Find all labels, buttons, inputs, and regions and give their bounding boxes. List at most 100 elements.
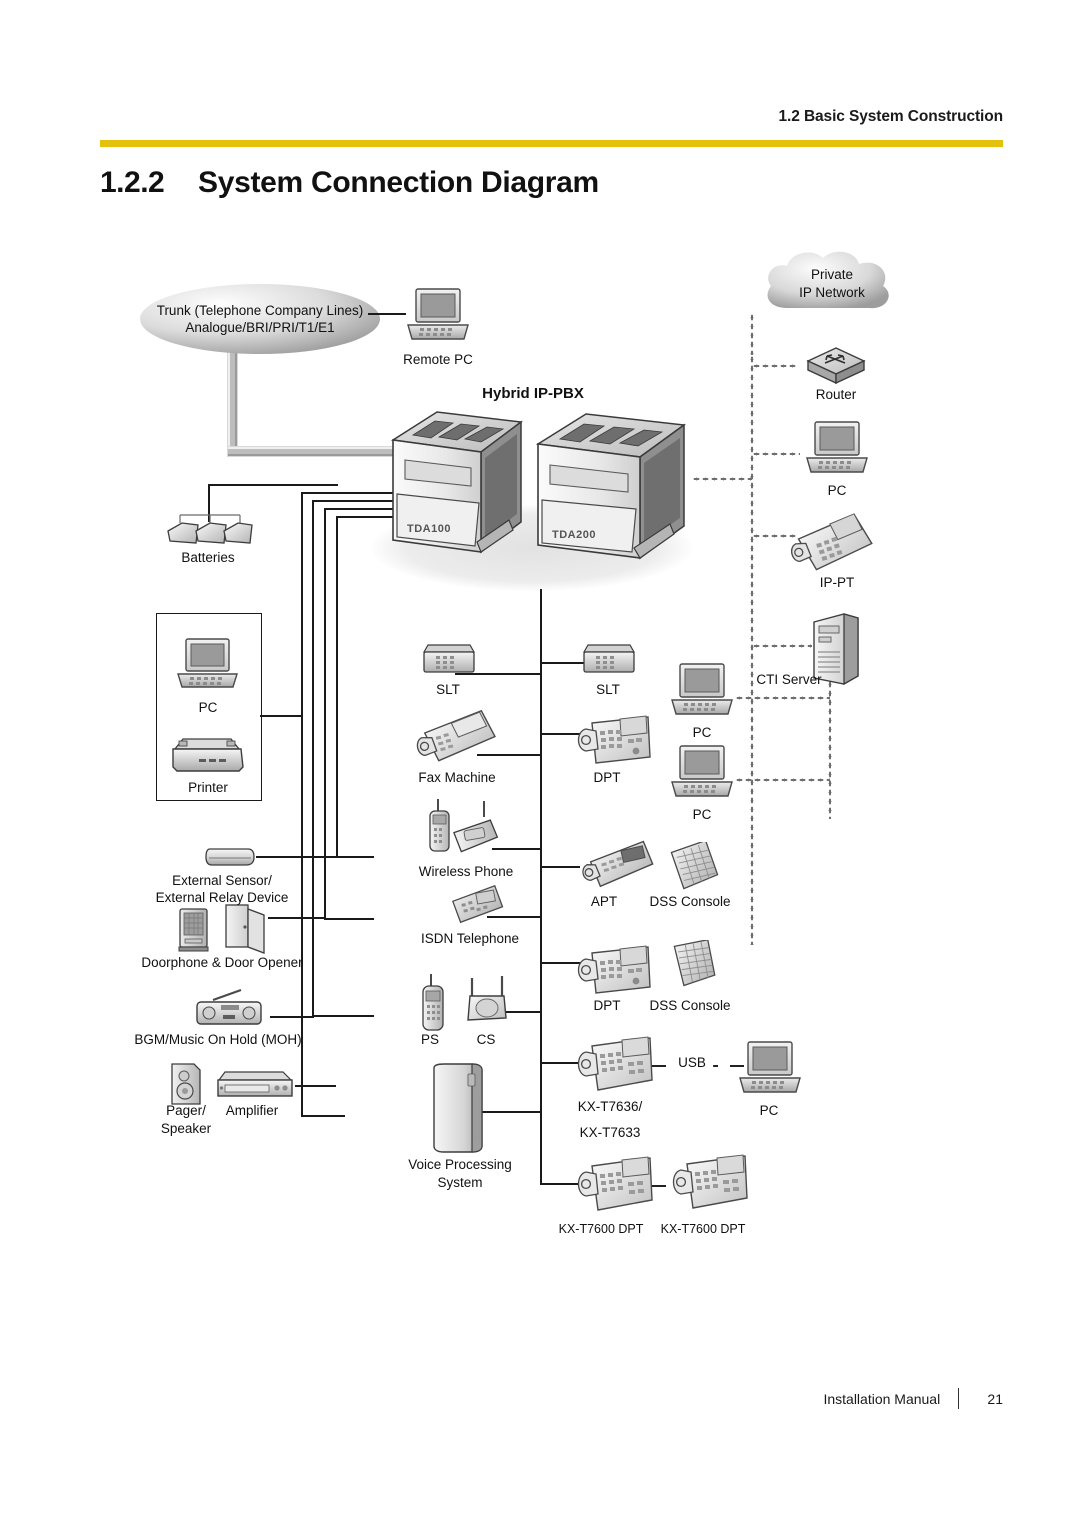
- apt-icon: [576, 840, 658, 890]
- ip-link-pbx-bus: [692, 477, 752, 481]
- wireless-phone-icon: [421, 795, 509, 857]
- cloud-label-1: Private: [810, 267, 854, 282]
- bus-line-1-bottom: [301, 1115, 345, 1117]
- kx-t7600-dpt-a-icon: [570, 1150, 658, 1218]
- bgm-connector: [270, 1016, 314, 1018]
- pager-speaker-icon: [168, 1060, 204, 1108]
- usb-pc-icon: [736, 1040, 804, 1098]
- bus-line-2-vertical: [312, 500, 314, 1016]
- cs-label: CS: [476, 1032, 496, 1047]
- dss-console-top-icon: [665, 842, 721, 890]
- slt-right-label: SLT: [596, 682, 620, 697]
- doorphone-icon: [177, 907, 211, 953]
- tap-apt: [540, 866, 580, 868]
- bus-line-4-bottom: [336, 856, 374, 858]
- pager-label-2: Speaker: [160, 1121, 212, 1136]
- vps-label-1: Voice Processing: [408, 1157, 512, 1172]
- dpt-mid-label: DPT: [593, 998, 621, 1013]
- apt-label: APT: [590, 894, 618, 909]
- cti-pc-1-label: PC: [692, 725, 712, 740]
- vps-label-2: System: [437, 1175, 483, 1190]
- door-opener-icon: [222, 903, 268, 955]
- bus-line-3-bottom: [324, 918, 374, 920]
- ip-link-router: [752, 364, 798, 368]
- ip-pc-icon: [803, 420, 871, 478]
- ip-pt-phone-icon: [786, 505, 878, 577]
- pc-icon: [175, 637, 241, 693]
- ps-handset-icon: [417, 972, 449, 1034]
- cti-pc-2-icon: [668, 744, 736, 802]
- router-label: Router: [815, 387, 857, 402]
- printer-label: Printer: [188, 780, 228, 795]
- system-connection-diagram: Trunk (Telephone Company Lines) Analogue…: [0, 0, 1080, 1528]
- kx-t7636-label-2: KX-T7633: [579, 1125, 641, 1140]
- kx-t7600-dpt-b-label: KX-T7600 DPT: [660, 1222, 746, 1236]
- dpt-top-label: DPT: [593, 770, 621, 785]
- extension-bus-vertical: [540, 589, 542, 1184]
- bus-line-4-vertical: [336, 516, 338, 857]
- pager-label-1: Pager/: [166, 1103, 206, 1118]
- trunk-label: Trunk (Telephone Company Lines): [156, 303, 364, 318]
- wireless-phone-label: Wireless Phone: [418, 864, 514, 879]
- kx-t7636-label-1: KX-T7636/: [577, 1099, 643, 1114]
- batteries-icon: [166, 513, 254, 553]
- pbx-title: Hybrid IP-PBX: [482, 385, 584, 402]
- ip-bus-vertical: [750, 355, 754, 945]
- fax-machine-icon: [410, 705, 498, 767]
- cti-pc-1-icon: [668, 662, 736, 720]
- ps-label: PS: [420, 1032, 440, 1047]
- voice-processing-system-icon: [428, 1062, 490, 1154]
- dss-console-mid-label: DSS Console: [649, 998, 731, 1013]
- kx-t7600-dpt-a-label: KX-T7600 DPT: [558, 1222, 644, 1236]
- dss-console-mid-icon: [665, 940, 721, 988]
- kx-t7636-icon: [570, 1030, 658, 1098]
- printer-icon: [169, 735, 249, 777]
- batteries-label: Batteries: [181, 550, 235, 565]
- page-footer: Installation Manual 21: [0, 1388, 1080, 1409]
- trunk-label-2: Analogue/BRI/PRI/T1/E1: [185, 320, 335, 335]
- slt-right-icon: [578, 643, 640, 677]
- manual-page: 1.2 Basic System Construction 1.2.2 Syst…: [0, 0, 1080, 1528]
- dpt-top-icon: [570, 705, 656, 771]
- amplifier-connector: [295, 1085, 336, 1087]
- ip-link-pc: [752, 452, 800, 456]
- bus-line-2-bottom: [312, 1015, 374, 1017]
- dss-console-top-label: DSS Console: [649, 894, 731, 909]
- isdn-telephone-label: ISDN Telephone: [420, 931, 520, 946]
- page-number: 21: [987, 1391, 1003, 1407]
- external-sensor-label-1: External Sensor/: [172, 873, 272, 888]
- amplifier-icon: [215, 1068, 295, 1102]
- battery-bus-horizontal: [208, 484, 338, 486]
- dpt-mid-icon: [570, 935, 656, 1001]
- ip-link-cloud-router: [750, 313, 754, 355]
- manual-name: Installation Manual: [823, 1391, 941, 1407]
- pbx-cabinet-tda200-icon: TDA200: [530, 412, 692, 564]
- external-sensor-icon: [204, 843, 256, 869]
- trunk-cable-vertical: [228, 338, 237, 456]
- cs-cell-station-icon: [460, 974, 514, 1026]
- pc-printer-connector: [260, 715, 302, 717]
- bus-line-1-vertical: [301, 492, 303, 1116]
- remote-pc-connector: [368, 313, 406, 315]
- slt-left-icon: [418, 643, 480, 677]
- door-opener-connector: [268, 917, 324, 919]
- usb-pc-label: PC: [759, 1103, 779, 1118]
- cti-server-label: CTI Server: [756, 672, 822, 687]
- doorphone-label: Doorphone & Door Opener: [141, 955, 303, 970]
- fax-machine-label: Fax Machine: [418, 770, 496, 785]
- router-icon: [805, 346, 867, 390]
- ip-pt-label: IP-PT: [819, 575, 855, 590]
- kx-t7600-dpt-b-icon: [665, 1148, 753, 1216]
- pc-label: PC: [198, 700, 218, 715]
- external-sensor-connector: [256, 856, 336, 858]
- remote-pc-label: Remote PC: [403, 352, 473, 367]
- cti-pc-2-label: PC: [692, 807, 712, 822]
- ip-pc-label: PC: [827, 483, 847, 498]
- usb-label: USB: [671, 1055, 713, 1072]
- amplifier-label: Amplifier: [225, 1103, 279, 1118]
- cloud-label-2: IP Network: [799, 285, 865, 300]
- isdn-telephone-icon: [448, 885, 508, 927]
- slt-left-label: SLT: [436, 682, 460, 697]
- ip-link-cti-server: [752, 644, 812, 648]
- bgm-label: BGM/Music On Hold (MOH): [134, 1032, 302, 1047]
